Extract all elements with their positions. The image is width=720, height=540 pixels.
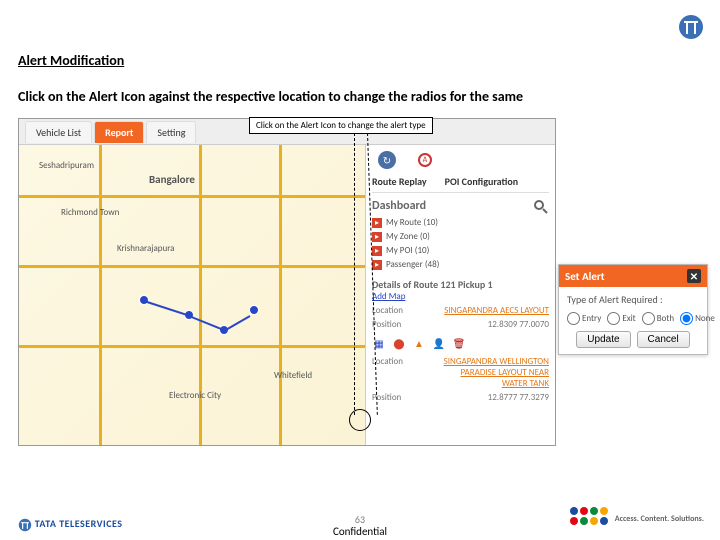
- tab-vehicle-list[interactable]: Vehicle List: [25, 121, 92, 143]
- map-label: Richmond Town: [61, 207, 119, 218]
- poi-icon[interactable]: ⬤: [392, 336, 406, 350]
- map-label: Electronic City: [169, 390, 221, 401]
- app-screenshot: Click on the Alert Icon to change the al…: [18, 118, 556, 446]
- position-value: 12.8777 77.3279: [488, 392, 549, 403]
- popup-title: Set Alert: [565, 270, 605, 283]
- tab-report[interactable]: Report: [94, 121, 144, 143]
- docomo-logo: [569, 506, 609, 532]
- add-map-link[interactable]: Add Map: [372, 291, 549, 302]
- position-label: Position: [372, 319, 401, 330]
- radio-none[interactable]: None: [680, 312, 715, 325]
- poi-config-icon[interactable]: A: [416, 151, 434, 169]
- callout-box: Click on the Alert Icon to change the al…: [249, 117, 433, 134]
- search-icon[interactable]: [533, 199, 549, 215]
- callout-connector: [354, 133, 355, 415]
- accordion-item[interactable]: ▸My Route (10): [372, 217, 549, 228]
- set-alert-popup: Set Alert ✕ Type of Alert Required : Ent…: [558, 264, 708, 355]
- map-marker[interactable]: [249, 305, 259, 315]
- update-button[interactable]: Update: [576, 331, 630, 348]
- radio-entry[interactable]: Entry: [567, 312, 601, 325]
- map-label: Seshadripuram: [39, 160, 94, 171]
- details-title: Details of Route 121 Pickup 1: [372, 278, 549, 291]
- side-panel: ↻ A Route Replay POI Configuration Dashb…: [365, 145, 555, 445]
- panel-tab-route-replay[interactable]: Route Replay: [372, 175, 427, 188]
- city-label: Bangalore: [149, 173, 195, 186]
- section-title: Alert Modification: [18, 52, 124, 69]
- popup-prompt: Type of Alert Required :: [567, 293, 699, 306]
- highlight-ring: [349, 409, 371, 431]
- map-label: Whitefield: [274, 370, 312, 381]
- map-canvas[interactable]: Bangalore Seshadripuram Richmond Town Kr…: [19, 145, 365, 445]
- accordion-item[interactable]: ▸Passenger (48): [372, 259, 549, 270]
- tata-logo: [678, 14, 704, 40]
- location-link[interactable]: SINGAPANDRA WELLINGTON PARADISE LAYOUT N…: [439, 356, 549, 389]
- map-label: Krishnarajapura: [117, 243, 174, 254]
- radio-exit[interactable]: Exit: [607, 312, 635, 325]
- tab-setting[interactable]: Setting: [146, 121, 196, 143]
- close-icon[interactable]: ✕: [687, 269, 701, 283]
- position-value: 12.8309 77.0070: [488, 319, 549, 330]
- cancel-button[interactable]: Cancel: [637, 331, 690, 348]
- location-link[interactable]: SINGAPANDRA AECS LAYOUT: [444, 305, 549, 316]
- location-label: Location: [372, 305, 403, 316]
- tagline: Access. Content. Solutions.: [615, 514, 704, 524]
- accordion-item[interactable]: ▸My Zone (0): [372, 231, 549, 242]
- panel-tab-poi-config[interactable]: POI Configuration: [445, 175, 518, 188]
- alert-icon[interactable]: ▲: [412, 336, 426, 350]
- instruction-text: Click on the Alert Icon against the resp…: [18, 88, 523, 105]
- passenger-icon[interactable]: 👤: [432, 336, 446, 350]
- dashboard-title: Dashboard: [372, 199, 426, 213]
- route-replay-icon[interactable]: ↻: [378, 151, 396, 169]
- radio-both[interactable]: Both: [642, 312, 674, 325]
- accordion-item[interactable]: ▸My POI (10): [372, 245, 549, 256]
- delete-icon[interactable]: 🗑: [452, 336, 466, 350]
- action-icons-row: ▦ ⬤ ▲ 👤 🗑: [372, 336, 549, 350]
